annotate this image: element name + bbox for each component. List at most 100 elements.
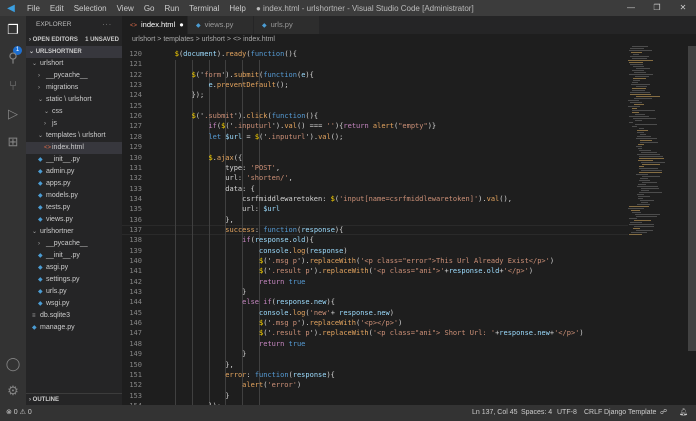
explorer-icon[interactable]: ❐ [4, 21, 22, 39]
html-file-icon: <> [44, 145, 52, 151]
line-ending[interactable]: CRLF [584, 405, 602, 421]
tree-item[interactable]: › __pycache__ [26, 70, 122, 82]
line-number: 122 [129, 70, 142, 79]
cursor-position[interactable]: Ln 137, Col 45 [472, 405, 518, 421]
tree-item[interactable]: ⌄ templates \ urlshort [26, 130, 122, 142]
tree-item[interactable]: ◆ apps.py [26, 178, 122, 190]
minimap-line [632, 78, 646, 79]
tree-item[interactable]: ≡ db.sqlite3 [26, 310, 122, 322]
tree-item[interactable]: ◆ models.py [26, 190, 122, 202]
minimap-line [629, 206, 650, 207]
extensions-icon[interactable]: ⊞ [4, 133, 22, 151]
notifications-bell-icon[interactable]: 🔔︎ [679, 405, 688, 421]
line-number: 150 [129, 360, 142, 369]
project-section[interactable]: ⌄ URLSHORTNER [26, 46, 122, 58]
line-number: 147 [129, 329, 142, 338]
minimap-line [631, 110, 655, 111]
tree-item[interactable]: ⌄ urlshortner [26, 226, 122, 238]
menu-file[interactable]: File [22, 4, 45, 13]
more-actions-icon[interactable]: ··· [103, 16, 113, 34]
maximize-button[interactable]: ❐ [644, 0, 670, 16]
minimap-line [637, 148, 643, 149]
tree-item[interactable]: ◆ urls.py [26, 286, 122, 298]
unsaved-dot-icon[interactable]: ● [179, 20, 184, 29]
tree-item[interactable]: ◆ __init__.py [26, 250, 122, 262]
tree-item[interactable]: ⌄ urlshort [26, 58, 122, 70]
tree-item[interactable]: › __pycache__ [26, 238, 122, 250]
line-number: 145 [129, 308, 142, 317]
tree-item-label: migrations [46, 84, 79, 91]
tree-item[interactable]: <>index.html [26, 142, 122, 154]
source-control-icon[interactable]: ⑂ [4, 77, 22, 95]
encoding[interactable]: UTF-8 [557, 405, 577, 421]
python-file-icon: ◆ [38, 277, 43, 283]
minimap-line [630, 210, 640, 211]
tab-views-py[interactable]: ◆ views.py [188, 16, 254, 34]
menu-run[interactable]: Run [159, 4, 184, 13]
code-token: function [263, 70, 297, 79]
minimap-line [635, 230, 654, 231]
open-editors-section[interactable]: › OPEN EDITORS 1 UNSAVED [26, 34, 122, 46]
tree-item[interactable]: › js [26, 118, 122, 130]
line-number: 143 [129, 288, 142, 297]
code-token: if [263, 298, 272, 307]
account-icon[interactable]: ◯ [4, 355, 22, 373]
code-editor[interactable]: 120 $(document).ready(function(){121 122 … [122, 46, 628, 405]
tree-item[interactable]: ⌄ css [26, 106, 122, 118]
python-file-icon: ◆ [38, 169, 43, 175]
minimap-line [637, 204, 650, 205]
tree-item[interactable]: ◆ admin.py [26, 166, 122, 178]
menu-go[interactable]: Go [139, 4, 160, 13]
code-token: response [499, 329, 533, 338]
tree-item[interactable]: ◆ manage.py [26, 322, 122, 334]
title-bar: ◀ File Edit Selection View Go Run Terminal Help… [0, 0, 696, 16]
tree-item[interactable]: › migrations [26, 82, 122, 94]
minimap-line [640, 190, 649, 191]
tree-item[interactable]: ◆ asgi.py [26, 262, 122, 274]
vertical-scrollbar[interactable] [688, 46, 696, 351]
tab-urls-py[interactable]: ◆ urls.py [254, 16, 320, 34]
tree-item[interactable]: ◆ __init__.py [26, 154, 122, 166]
tree-item[interactable]: ◆ settings.py [26, 274, 122, 286]
minimap[interactable] [628, 46, 686, 236]
problems-indicator[interactable]: ⊗ 0 ⚠ 0 [6, 405, 32, 421]
language-mode[interactable]: Django Template [604, 405, 656, 421]
menu-selection[interactable]: Selection [69, 4, 112, 13]
tree-item[interactable]: ◆ wsgi.py [26, 298, 122, 310]
feedback-icon[interactable]: ☍ [660, 405, 667, 421]
code-token: ){ [326, 298, 335, 307]
minimap-line [628, 218, 638, 219]
close-button[interactable]: ✕ [670, 0, 696, 16]
code-line: error: function(response){ [141, 371, 335, 379]
outline-label: OUTLINE [32, 397, 60, 403]
minimize-button[interactable]: — [618, 0, 644, 16]
code-token: .result p [271, 329, 310, 338]
tree-item[interactable]: ◆ views.py [26, 214, 122, 226]
code-token: (); [330, 132, 344, 141]
code-token: true [288, 339, 306, 348]
menu-view[interactable]: View [112, 4, 139, 13]
tree-item-label: wsgi.py [46, 300, 70, 307]
tree-item-label: apps.py [46, 180, 71, 187]
tree-item[interactable]: ⌄ static \ urlshort [26, 94, 122, 106]
search-icon[interactable]: ⚲ [4, 49, 22, 67]
minimap-line [638, 166, 645, 167]
tree-item-label: urlshort [40, 60, 64, 67]
tab-index-html[interactable]: <> index.html ● [122, 16, 188, 34]
indentation[interactable]: Spaces: 4 [521, 405, 552, 421]
code-token: response [309, 246, 344, 255]
settings-gear-icon[interactable]: ⚙ [4, 382, 22, 400]
menu-edit[interactable]: Edit [45, 4, 69, 13]
outline-section[interactable]: › OUTLINE [26, 393, 122, 405]
menu-help[interactable]: Help [224, 4, 250, 13]
breadcrumb[interactable]: urlshort > templates > urlshort > <> ind… [122, 34, 696, 46]
code-token: error [225, 370, 247, 379]
line-number: 141 [129, 267, 142, 276]
code-token: $url [225, 132, 243, 141]
menu-terminal[interactable]: Terminal [184, 4, 224, 13]
run-debug-icon[interactable]: ▷ [4, 105, 22, 123]
tree-item[interactable]: ◆ tests.py [26, 202, 122, 214]
